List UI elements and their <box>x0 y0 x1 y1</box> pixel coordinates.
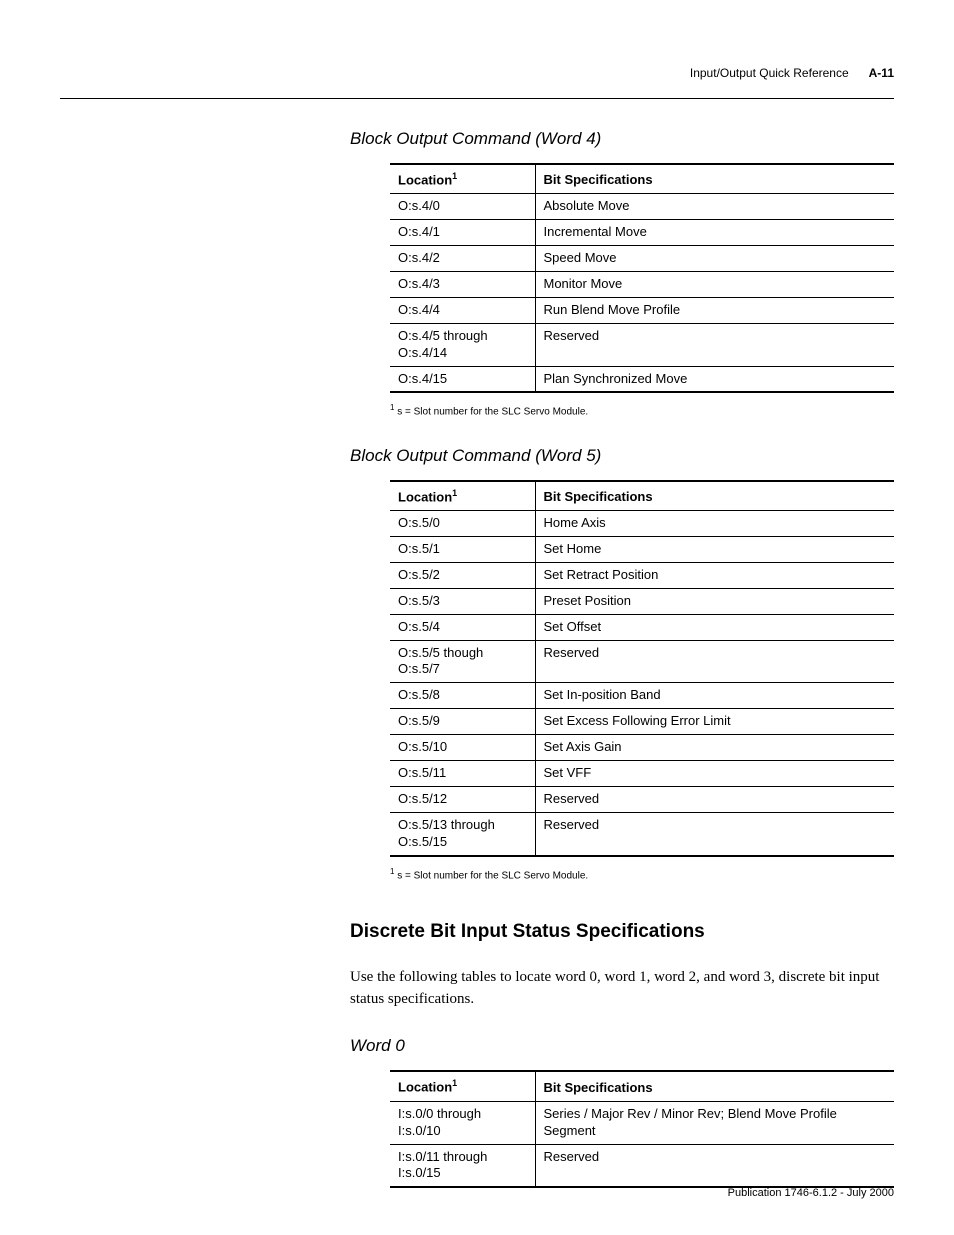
cell-bit: Reserved <box>535 323 894 366</box>
cell-location: I:s.0/11 through I:s.0/15 <box>390 1144 535 1187</box>
table-row: O:s.4/3Monitor Move <box>390 272 894 298</box>
table-row: O:s.4/15Plan Synchronized Move <box>390 366 894 392</box>
cell-bit: Reserved <box>535 640 894 683</box>
table-row: O:s.5/13 through O:s.5/15Reserved <box>390 812 894 855</box>
cell-location: O:s.5/13 through O:s.5/15 <box>390 812 535 855</box>
table-row: O:s.5/2Set Retract Position <box>390 562 894 588</box>
table-body-word0: I:s.0/0 through I:s.0/10Series / Major R… <box>390 1101 894 1187</box>
col-header-location-text: Location <box>398 172 452 187</box>
table-row: O:s.4/0Absolute Move <box>390 194 894 220</box>
section-title-word4: Block Output Command (Word 4) <box>350 129 894 149</box>
table-row: O:s.5/11Set VFF <box>390 761 894 787</box>
table-row: O:s.5/10Set Axis Gain <box>390 735 894 761</box>
col-header-location-sup: 1 <box>452 171 457 181</box>
cell-bit: Set Retract Position <box>535 562 894 588</box>
cell-location: O:s.5/0 <box>390 511 535 537</box>
header-page-number: A-11 <box>869 66 894 80</box>
cell-location: I:s.0/0 through I:s.0/10 <box>390 1101 535 1144</box>
table-word0: Location1 Bit Specifications I:s.0/0 thr… <box>390 1070 894 1188</box>
cell-bit: Reserved <box>535 786 894 812</box>
cell-bit: Plan Synchronized Move <box>535 366 894 392</box>
cell-location: O:s.5/11 <box>390 761 535 787</box>
cell-location: O:s.4/2 <box>390 246 535 272</box>
cell-bit: Reserved <box>535 1144 894 1187</box>
col-header-bit: Bit Specifications <box>535 164 894 194</box>
table-row: O:s.5/8Set In-position Band <box>390 683 894 709</box>
table-row: O:s.4/4Run Blend Move Profile <box>390 297 894 323</box>
table-row: O:s.5/3Preset Position <box>390 588 894 614</box>
table-word4: Location1 Bit Specifications O:s.4/0Abso… <box>390 163 894 393</box>
footnote-text: s = Slot number for the SLC Servo Module… <box>394 407 588 418</box>
heading-discrete-bit: Discrete Bit Input Status Specifications <box>350 921 894 943</box>
cell-bit: Set Excess Following Error Limit <box>535 709 894 735</box>
footnote-word5: 1 s = Slot number for the SLC Servo Modu… <box>390 867 894 881</box>
page-header: Input/Output Quick Reference A-11 <box>60 60 894 80</box>
header-rule <box>60 98 894 99</box>
cell-location: O:s.4/5 through O:s.4/14 <box>390 323 535 366</box>
table-row: O:s.5/12Reserved <box>390 786 894 812</box>
col-header-location-text: Location <box>398 489 452 504</box>
cell-bit: Set Axis Gain <box>535 735 894 761</box>
cell-location: O:s.5/1 <box>390 537 535 563</box>
cell-location: O:s.5/5 though O:s.5/7 <box>390 640 535 683</box>
cell-location: O:s.5/8 <box>390 683 535 709</box>
body-paragraph: Use the following tables to locate word … <box>350 967 894 1011</box>
table-row: I:s.0/0 through I:s.0/10Series / Major R… <box>390 1101 894 1144</box>
cell-location: O:s.5/4 <box>390 614 535 640</box>
cell-location: O:s.5/2 <box>390 562 535 588</box>
cell-bit: Preset Position <box>535 588 894 614</box>
col-header-bit: Bit Specifications <box>535 481 894 511</box>
cell-bit: Reserved <box>535 812 894 855</box>
table-row: O:s.4/1Incremental Move <box>390 220 894 246</box>
table-row: O:s.5/1Set Home <box>390 537 894 563</box>
cell-bit: Speed Move <box>535 246 894 272</box>
col-header-location: Location1 <box>390 481 535 511</box>
table-row: O:s.5/5 though O:s.5/7Reserved <box>390 640 894 683</box>
cell-location: O:s.4/4 <box>390 297 535 323</box>
cell-location: O:s.5/9 <box>390 709 535 735</box>
cell-bit: Set Offset <box>535 614 894 640</box>
cell-bit: Absolute Move <box>535 194 894 220</box>
table-row: O:s.5/9Set Excess Following Error Limit <box>390 709 894 735</box>
cell-bit: Series / Major Rev / Minor Rev; Blend Mo… <box>535 1101 894 1144</box>
section-title-word0: Word 0 <box>350 1036 894 1056</box>
cell-bit: Incremental Move <box>535 220 894 246</box>
table-row: O:s.5/0Home Axis <box>390 511 894 537</box>
table-body-word5: O:s.5/0Home AxisO:s.5/1Set HomeO:s.5/2Se… <box>390 511 894 856</box>
table-word5: Location1 Bit Specifications O:s.5/0Home… <box>390 480 894 857</box>
header-breadcrumb: Input/Output Quick Reference <box>690 66 849 80</box>
cell-bit: Set In-position Band <box>535 683 894 709</box>
publication-footer: Publication 1746-6.1.2 - July 2000 <box>728 1187 894 1199</box>
cell-location: O:s.4/3 <box>390 272 535 298</box>
table-row: O:s.5/4Set Offset <box>390 614 894 640</box>
cell-location: O:s.5/12 <box>390 786 535 812</box>
cell-bit: Set Home <box>535 537 894 563</box>
table-row: O:s.4/5 through O:s.4/14Reserved <box>390 323 894 366</box>
table-row: O:s.4/2Speed Move <box>390 246 894 272</box>
table-row: I:s.0/11 through I:s.0/15Reserved <box>390 1144 894 1187</box>
cell-bit: Monitor Move <box>535 272 894 298</box>
col-header-bit: Bit Specifications <box>535 1071 894 1101</box>
cell-location: O:s.5/3 <box>390 588 535 614</box>
footnote-word4: 1 s = Slot number for the SLC Servo Modu… <box>390 403 894 417</box>
section-title-word5: Block Output Command (Word 5) <box>350 446 894 466</box>
col-header-location-sup: 1 <box>452 488 457 498</box>
cell-bit: Home Axis <box>535 511 894 537</box>
cell-location: O:s.5/10 <box>390 735 535 761</box>
col-header-location: Location1 <box>390 164 535 194</box>
cell-location: O:s.4/0 <box>390 194 535 220</box>
table-body-word4: O:s.4/0Absolute MoveO:s.4/1Incremental M… <box>390 194 894 393</box>
col-header-location: Location1 <box>390 1071 535 1101</box>
cell-bit: Set VFF <box>535 761 894 787</box>
cell-location: O:s.4/15 <box>390 366 535 392</box>
footnote-text: s = Slot number for the SLC Servo Module… <box>394 870 588 881</box>
cell-location: O:s.4/1 <box>390 220 535 246</box>
cell-bit: Run Blend Move Profile <box>535 297 894 323</box>
col-header-location-sup: 1 <box>452 1078 457 1088</box>
col-header-location-text: Location <box>398 1080 452 1095</box>
